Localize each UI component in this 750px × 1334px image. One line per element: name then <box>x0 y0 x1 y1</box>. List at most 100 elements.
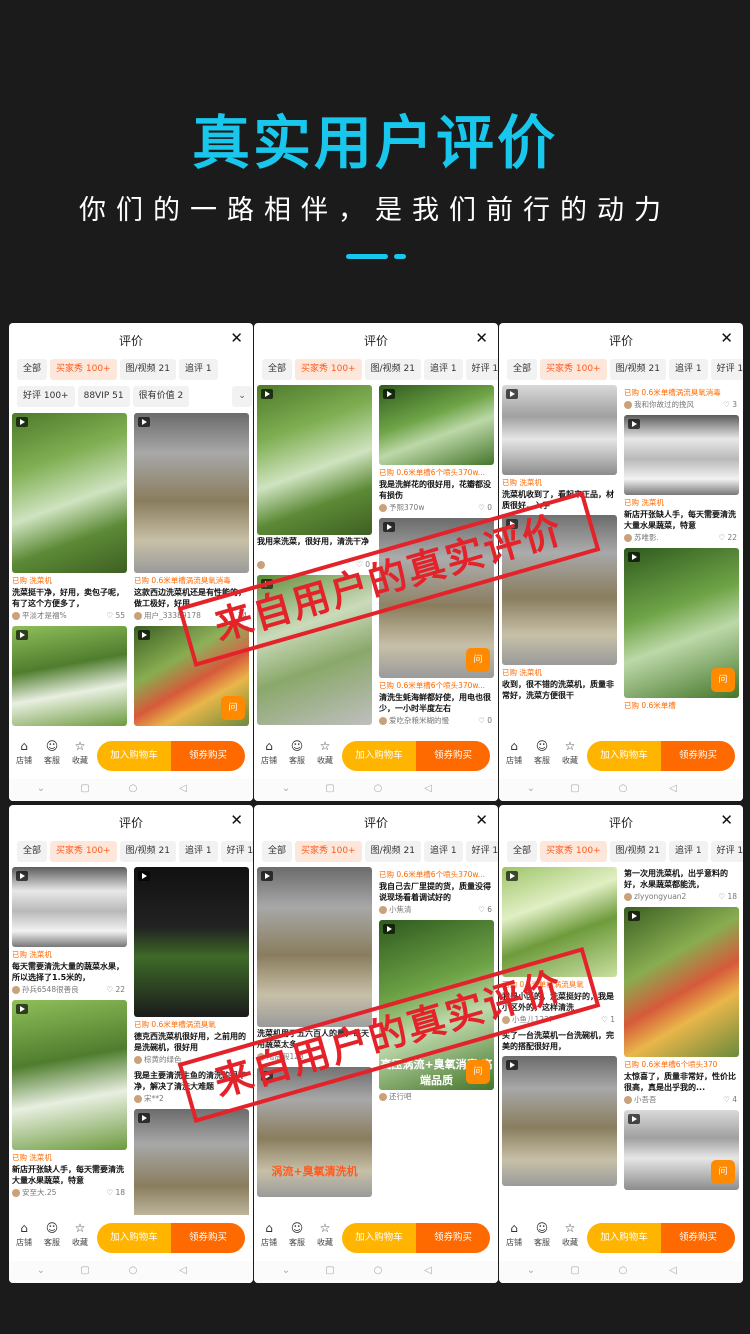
filter-chip[interactable]: 全部 <box>507 841 538 862</box>
fav-action[interactable]: ☆ 收藏 <box>69 739 91 766</box>
filter-chip[interactable]: 买家秀 100+ <box>50 841 117 862</box>
filter-chip[interactable]: 图/视频 21 <box>119 359 176 380</box>
nav-square-icon[interactable]: ▢ <box>322 1265 338 1276</box>
coupon-buy-button[interactable]: 领券购买 <box>416 741 490 771</box>
filter-chip[interactable]: 追评 1 <box>178 359 218 380</box>
review-photo[interactable] <box>12 626 127 726</box>
review-photo[interactable] <box>624 907 739 1057</box>
close-icon[interactable]: ✕ <box>230 811 243 829</box>
review-card[interactable]: 问 <box>624 1110 739 1190</box>
review-photo[interactable] <box>12 1000 127 1150</box>
filter-chip[interactable]: 图/视频 21 <box>609 359 666 380</box>
review-photo[interactable] <box>257 385 372 535</box>
review-photo[interactable] <box>502 1056 617 1186</box>
nav-down-icon[interactable]: ⌄ <box>278 1265 294 1276</box>
review-photo[interactable]: 清洗生蚝 <box>134 1109 249 1215</box>
filter-chip[interactable]: 图/视频 21 <box>364 359 421 380</box>
service-action[interactable]: ☺ 客服 <box>531 739 553 766</box>
review-card[interactable] <box>12 626 127 726</box>
filter-chip[interactable]: 好评 100+ <box>465 359 498 380</box>
coupon-buy-button[interactable]: 领券购买 <box>171 741 245 771</box>
filter-chip[interactable]: 全部 <box>262 841 293 862</box>
review-card[interactable]: 已购 洗菜机 新店开张缺人手，每天需要清洗大量水果蔬菜，特意 安至大.25 ♡ 18 <box>12 1000 127 1199</box>
service-action[interactable]: ☺ 客服 <box>41 739 63 766</box>
review-photo[interactable] <box>134 413 249 573</box>
coupon-buy-button[interactable]: 领券购买 <box>171 1223 245 1253</box>
filter-chip[interactable]: 好评 100+ <box>17 386 75 407</box>
review-photo[interactable] <box>134 867 249 1017</box>
filter-chip[interactable]: 追评 1 <box>668 359 708 380</box>
fav-action[interactable]: ☆ 收藏 <box>314 1221 336 1248</box>
review-photo[interactable] <box>12 867 127 947</box>
coupon-buy-button[interactable]: 领券购买 <box>661 1223 735 1253</box>
filter-chip[interactable]: 全部 <box>262 359 293 380</box>
filter-chip[interactable]: 买家秀 100+ <box>295 359 362 380</box>
store-action[interactable]: ⌂ 店铺 <box>503 1221 525 1248</box>
filter-chip[interactable]: 追评 1 <box>178 841 218 862</box>
nav-down-icon[interactable]: ⌄ <box>278 783 294 794</box>
review-photo[interactable] <box>624 415 739 495</box>
filter-chip[interactable]: 图/视频 21 <box>609 841 666 862</box>
service-action[interactable]: ☺ 客服 <box>41 1221 63 1248</box>
like-count[interactable]: ♡ 6 <box>478 904 492 916</box>
filter-chip[interactable]: 好评 100+ <box>465 841 498 862</box>
nav-home-icon[interactable]: ○ <box>125 1265 141 1276</box>
review-photo[interactable] <box>257 867 372 1027</box>
filter-chip[interactable]: 全部 <box>507 359 538 380</box>
review-card[interactable]: 我用来洗菜，很好用，清洗干净 ♡ 0 <box>257 385 372 571</box>
nav-down-icon[interactable]: ⌄ <box>523 783 539 794</box>
nav-back-icon[interactable]: ◁ <box>420 1265 436 1276</box>
like-count[interactable]: ♡ 18 <box>718 891 737 903</box>
nav-back-icon[interactable]: ◁ <box>175 783 191 794</box>
review-photo[interactable] <box>502 385 617 475</box>
nav-home-icon[interactable]: ○ <box>615 1265 631 1276</box>
add-to-cart-button[interactable]: 加入购物车 <box>97 1223 171 1253</box>
service-action[interactable]: ☺ 客服 <box>531 1221 553 1248</box>
store-action[interactable]: ⌂ 店铺 <box>503 739 525 766</box>
like-count[interactable]: ♡ 55 <box>106 610 125 622</box>
fav-action[interactable]: ☆ 收藏 <box>69 1221 91 1248</box>
service-action[interactable]: ☺ 客服 <box>286 1221 308 1248</box>
like-count[interactable]: ♡ 22 <box>718 532 737 544</box>
review-photo[interactable] <box>379 385 494 465</box>
filter-chip[interactable]: 买家秀 100+ <box>540 359 607 380</box>
nav-square-icon[interactable]: ▢ <box>77 1265 93 1276</box>
coupon-buy-button[interactable]: 领券购买 <box>661 741 735 771</box>
ask-button[interactable]: 问 <box>711 1160 735 1184</box>
ask-button[interactable]: 问 <box>466 1060 490 1084</box>
fav-action[interactable]: ☆ 收藏 <box>314 739 336 766</box>
like-count[interactable]: ♡ 22 <box>106 984 125 996</box>
chevron-down-icon[interactable]: ⌄ <box>232 386 253 407</box>
review-card[interactable]: 已购 0.6米单槽涡流臭氧消毒 我和你故过的挽风 ♡ 3 <box>624 387 739 411</box>
coupon-buy-button[interactable]: 领券购买 <box>416 1223 490 1253</box>
filter-chip[interactable]: 好评 100+ <box>220 841 253 862</box>
nav-back-icon[interactable]: ◁ <box>665 783 681 794</box>
review-photo[interactable] <box>12 413 127 573</box>
review-card[interactable]: 已购 洗菜机 洗菜机收到了，看起来正品，材质很好，入手 <box>502 385 617 511</box>
review-card[interactable]: 已购 0.6米单槽涡流臭氧 德克西洗菜机很好用，之前用的是洗碗机，很好用 棕黄的绿色 <box>134 867 249 1066</box>
ask-button[interactable]: 问 <box>711 668 735 692</box>
close-icon[interactable]: ✕ <box>230 329 243 347</box>
filter-chip[interactable]: 全部 <box>17 841 48 862</box>
close-icon[interactable]: ✕ <box>475 811 488 829</box>
add-to-cart-button[interactable]: 加入购物车 <box>342 741 416 771</box>
review-card[interactable]: 买了一台洗菜机一台洗碗机，完美的搭配很好用， <box>502 1030 617 1052</box>
filter-chip[interactable]: 好评 100+ <box>710 359 743 380</box>
nav-down-icon[interactable]: ⌄ <box>523 1265 539 1276</box>
store-action[interactable]: ⌂ 店铺 <box>13 739 35 766</box>
fav-action[interactable]: ☆ 收藏 <box>559 1221 581 1248</box>
filter-chip[interactable]: 追评 1 <box>423 841 463 862</box>
add-to-cart-button[interactable]: 加入购物车 <box>97 741 171 771</box>
filter-chip[interactable]: 买家秀 100+ <box>540 841 607 862</box>
nav-home-icon[interactable]: ○ <box>370 1265 386 1276</box>
ask-button[interactable]: 问 <box>466 648 490 672</box>
review-card[interactable]: 已购 洗菜机 每天需要清洗大量的蔬菜水果，所以选择了1.5米的， 孙兵6548很善良… <box>12 867 127 996</box>
review-card[interactable]: 问已购 0.6米单槽 <box>624 548 739 711</box>
review-card[interactable]: 已购 0.6米单槽6个喷头370 太惊喜了，质量非常好，性价比很高，真是出乎我的.… <box>624 907 739 1106</box>
nav-home-icon[interactable]: ○ <box>615 783 631 794</box>
close-icon[interactable]: ✕ <box>720 329 733 347</box>
nav-home-icon[interactable]: ○ <box>370 783 386 794</box>
review-card[interactable]: 已购 洗菜机 洗菜挺干净，好用，卖包子呢，有了这个方便多了， 平淡才是福% ♡ 55 <box>12 413 127 622</box>
filter-chip[interactable]: 88VIP 51 <box>77 386 130 407</box>
service-action[interactable]: ☺ 客服 <box>286 739 308 766</box>
